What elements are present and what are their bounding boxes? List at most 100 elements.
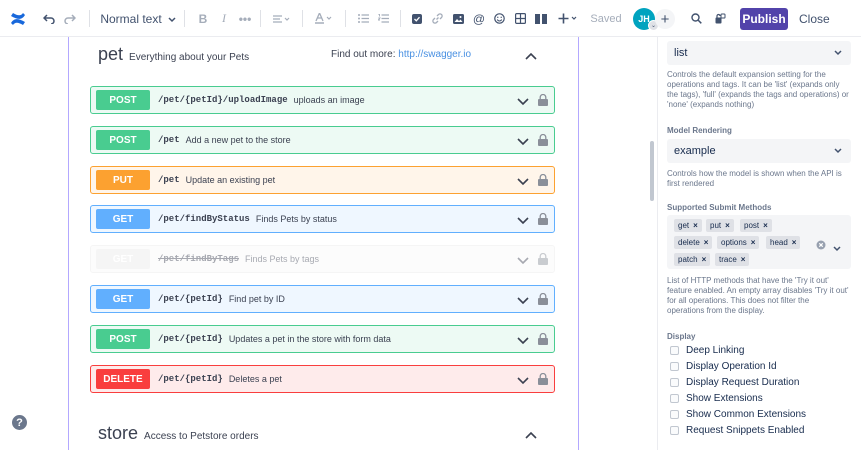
operation-path: /pet bbox=[158, 135, 180, 145]
checkbox-show-extensions[interactable]: Show Extensions bbox=[670, 393, 763, 404]
operation-row[interactable]: GET /pet/findByStatus Finds Pets by stat… bbox=[90, 205, 555, 233]
method-chip[interactable]: trace × bbox=[715, 253, 750, 266]
method-chip[interactable]: delete × bbox=[674, 236, 713, 249]
chevron-up-icon[interactable] bbox=[525, 47, 537, 60]
method-badge: GET bbox=[96, 289, 150, 309]
model-rendering-value: example bbox=[674, 145, 716, 157]
method-chip[interactable]: post × bbox=[740, 219, 772, 232]
canvas-scrollbar[interactable] bbox=[650, 141, 654, 201]
tag-description: Access to Petstore orders bbox=[144, 431, 259, 442]
remove-chip-icon[interactable]: × bbox=[725, 221, 730, 230]
checkbox-display-operation-id[interactable]: Display Operation Id bbox=[670, 361, 777, 372]
checkbox-display-request-duration[interactable]: Display Request Duration bbox=[670, 377, 799, 388]
numbered-list-icon[interactable] bbox=[376, 0, 390, 37]
checkbox[interactable] bbox=[670, 394, 679, 403]
operation-row[interactable]: DELETE /pet/{petId} Deletes a pet bbox=[90, 365, 555, 393]
tag-header-store[interactable]: store Access to Petstore orders bbox=[98, 423, 259, 444]
operation-row-deprecated[interactable]: GET /pet/findByTags Finds Pets by tags bbox=[90, 245, 555, 273]
swagger-link[interactable]: http://swagger.io bbox=[398, 49, 471, 60]
lock-icon[interactable] bbox=[538, 372, 548, 390]
checkbox[interactable] bbox=[670, 426, 679, 435]
chevron-down-icon[interactable] bbox=[517, 173, 529, 191]
checkbox-show-common-extensions[interactable]: Show Common Extensions bbox=[670, 409, 806, 420]
text-style-dropdown[interactable]: Normal text bbox=[100, 0, 176, 37]
mention-icon[interactable]: @ bbox=[472, 0, 486, 37]
task-checkbox-icon[interactable] bbox=[410, 0, 424, 37]
doc-expansion-select[interactable]: list bbox=[667, 41, 851, 65]
operation-row[interactable]: POST /pet/{petId} Updates a pet in the s… bbox=[90, 325, 555, 353]
remove-chip-icon[interactable]: × bbox=[704, 238, 709, 247]
invite-collaborator-button[interactable]: + bbox=[655, 9, 675, 29]
operation-row[interactable]: GET /pet/{petId} Find pet by ID bbox=[90, 285, 555, 313]
chevron-down-icon[interactable] bbox=[833, 239, 841, 257]
submit-methods-help: List of HTTP methods that have the 'Try … bbox=[667, 276, 849, 315]
chevron-down-icon[interactable] bbox=[517, 93, 529, 111]
operation-row[interactable]: PUT /pet Update an existing pet bbox=[90, 166, 555, 194]
redo-icon[interactable] bbox=[62, 0, 78, 37]
insert-more-icon[interactable] bbox=[556, 0, 580, 37]
toolbar-divider bbox=[302, 10, 303, 27]
bullet-list-icon[interactable] bbox=[356, 0, 370, 37]
chevron-up-icon[interactable] bbox=[525, 426, 537, 439]
remove-chip-icon[interactable]: × bbox=[741, 255, 746, 264]
remove-chip-icon[interactable]: × bbox=[751, 238, 756, 247]
undo-icon[interactable] bbox=[41, 0, 57, 37]
table-icon[interactable] bbox=[513, 0, 527, 37]
method-chip[interactable]: get × bbox=[674, 219, 702, 232]
more-formatting-icon[interactable]: ••• bbox=[238, 0, 252, 37]
chevron-down-icon[interactable] bbox=[517, 252, 529, 270]
operation-summary: Finds Pets by tags bbox=[245, 254, 320, 264]
image-icon[interactable] bbox=[451, 0, 465, 37]
text-color-icon[interactable] bbox=[312, 0, 336, 37]
checkbox[interactable] bbox=[670, 378, 679, 387]
help-icon[interactable]: ? bbox=[12, 415, 27, 430]
search-icon[interactable] bbox=[689, 0, 703, 37]
method-chip[interactable]: patch × bbox=[674, 253, 711, 266]
method-chip[interactable]: put × bbox=[706, 219, 734, 232]
operation-row[interactable]: POST /pet/{petId}/uploadImage uploads an… bbox=[90, 86, 555, 114]
checkbox[interactable] bbox=[670, 362, 679, 371]
lock-icon[interactable] bbox=[538, 252, 548, 270]
find-more-label: Find out more: bbox=[331, 49, 396, 60]
lock-icon[interactable] bbox=[538, 93, 548, 111]
method-badge: POST bbox=[96, 130, 150, 150]
chevron-down-icon[interactable] bbox=[517, 212, 529, 230]
operation-summary: Find pet by ID bbox=[228, 294, 285, 304]
lock-icon[interactable] bbox=[538, 212, 548, 230]
remove-chip-icon[interactable]: × bbox=[792, 238, 797, 247]
emoji-icon[interactable] bbox=[492, 0, 506, 37]
italic-icon[interactable]: I bbox=[217, 0, 231, 37]
link-icon[interactable] bbox=[430, 0, 444, 37]
operation-summary: Finds Pets by status bbox=[255, 214, 337, 224]
chevron-down-icon[interactable] bbox=[517, 332, 529, 350]
checkbox-deep-linking[interactable]: Deep Linking bbox=[670, 345, 744, 356]
remove-chip-icon[interactable]: × bbox=[693, 221, 698, 230]
model-rendering-select[interactable]: example bbox=[667, 139, 851, 163]
close-button[interactable]: Close bbox=[799, 8, 830, 30]
checkbox[interactable] bbox=[670, 346, 679, 355]
chevron-down-icon[interactable] bbox=[517, 292, 529, 310]
lock-icon[interactable] bbox=[538, 292, 548, 310]
method-chip[interactable]: head × bbox=[766, 236, 801, 249]
checkbox[interactable] bbox=[670, 410, 679, 419]
layouts-icon[interactable] bbox=[534, 0, 548, 37]
remove-chip-icon[interactable]: × bbox=[763, 221, 768, 230]
remove-chip-icon[interactable]: × bbox=[702, 255, 707, 264]
chevron-down-icon[interactable] bbox=[517, 133, 529, 151]
publish-button[interactable]: Publish bbox=[740, 8, 788, 30]
clear-all-icon[interactable] bbox=[816, 237, 826, 255]
operation-row[interactable]: POST /pet Add a new pet to the store bbox=[90, 126, 555, 154]
bold-icon[interactable]: B bbox=[196, 0, 210, 37]
align-dropdown-icon[interactable] bbox=[270, 0, 294, 37]
restrictions-lock-icon[interactable] bbox=[713, 0, 727, 37]
toolbar-divider bbox=[400, 10, 401, 27]
tag-header-pet[interactable]: pet Everything about your Pets bbox=[98, 44, 249, 65]
text-style-label: Normal text bbox=[100, 11, 162, 26]
checkbox-request-snippets-enabled[interactable]: Request Snippets Enabled bbox=[670, 425, 804, 436]
method-chip[interactable]: options × bbox=[717, 236, 760, 249]
lock-icon[interactable] bbox=[538, 133, 548, 151]
chevron-down-icon[interactable] bbox=[517, 372, 529, 390]
lock-icon[interactable] bbox=[538, 332, 548, 350]
confluence-logo-icon[interactable] bbox=[6, 0, 30, 37]
lock-icon[interactable] bbox=[538, 173, 548, 191]
